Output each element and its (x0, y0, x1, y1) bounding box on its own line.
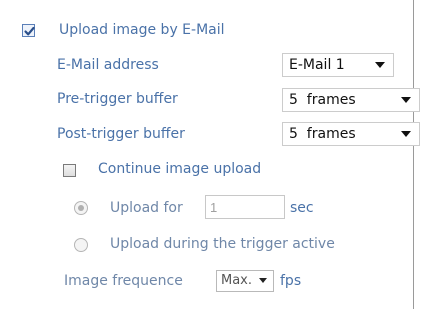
chevron-down-icon (375, 62, 385, 68)
continue-upload-checkbox[interactable] (63, 164, 76, 177)
email-address-select[interactable]: E-Mail 1 (282, 53, 394, 77)
pre-trigger-select[interactable]: 5 frames (282, 88, 420, 112)
upload-for-radio[interactable] (74, 201, 88, 215)
upload-for-unit: sec (290, 200, 314, 216)
upload-by-email-checkbox[interactable] (22, 24, 35, 37)
radio-dot (78, 205, 84, 211)
email-address-value: E-Mail 1 (289, 57, 345, 73)
upload-for-label: Upload for (110, 200, 183, 216)
email-address-label: E-Mail address (57, 57, 159, 73)
post-trigger-label: Post-trigger buffer (57, 126, 185, 142)
continue-upload-label: Continue image upload (98, 161, 262, 177)
image-frequence-unit: fps (280, 273, 302, 289)
chevron-down-icon (259, 278, 267, 283)
image-frequence-select[interactable]: Max. (216, 270, 274, 292)
chevron-down-icon (401, 97, 411, 103)
upload-during-radio[interactable] (74, 238, 88, 252)
chevron-down-icon (401, 131, 411, 137)
pre-trigger-label: Pre-trigger buffer (57, 91, 178, 107)
post-trigger-value: 5 frames (289, 126, 356, 142)
upload-by-email-label: Upload image by E-Mail (59, 22, 225, 38)
pre-trigger-value: 5 frames (289, 92, 356, 108)
email-upload-panel: Upload image by E-Mail E-Mail address E-… (0, 0, 420, 309)
post-trigger-select[interactable]: 5 frames (282, 122, 420, 146)
image-frequence-label: Image frequence (64, 273, 183, 289)
upload-during-label: Upload during the trigger active (110, 236, 335, 252)
checkmark-icon (24, 26, 35, 36)
upload-for-input[interactable] (205, 195, 285, 219)
image-frequence-value: Max. (221, 273, 253, 288)
